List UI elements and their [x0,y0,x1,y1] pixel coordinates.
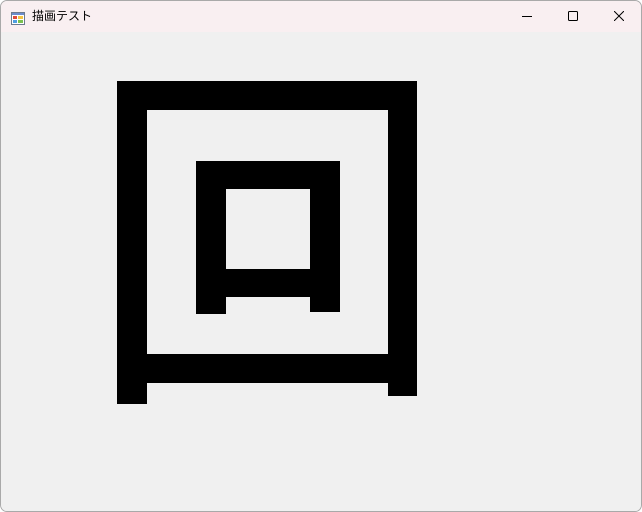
maximize-button[interactable] [550,1,596,32]
app-window: 描画テスト [0,0,642,512]
window-title: 描画テスト [32,9,93,23]
drawing-canvas[interactable] [1,32,641,511]
outer-frame-bottom [117,354,417,383]
outer-frame-right [388,81,417,396]
close-icon [614,11,624,21]
outer-frame-top [117,81,417,110]
minimize-button[interactable] [504,1,550,32]
title-bar[interactable]: 描画テスト [1,1,641,32]
maximize-icon [568,11,578,21]
minimize-icon [522,16,532,17]
close-button[interactable] [596,1,641,32]
form-app-icon[interactable] [11,10,25,25]
inner-frame-bottom [196,269,340,297]
